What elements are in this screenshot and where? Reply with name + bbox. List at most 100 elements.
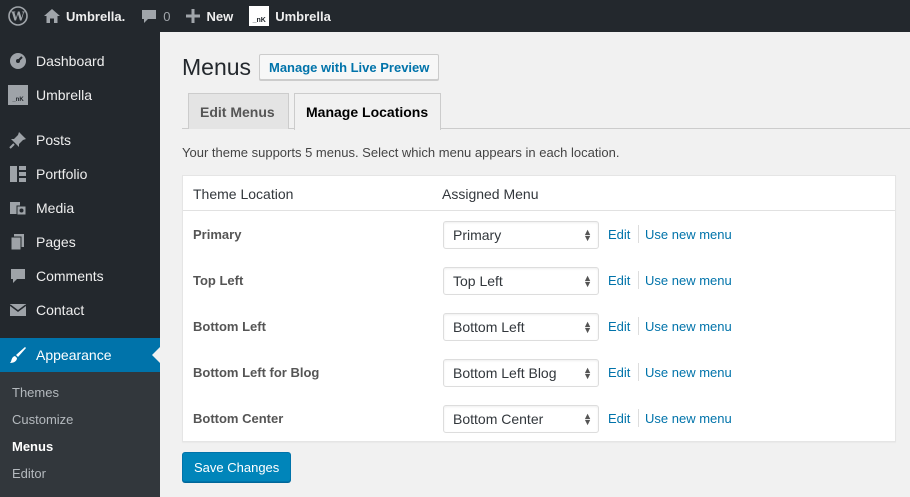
comments-count: 0	[163, 8, 171, 24]
svg-text:W: W	[10, 10, 25, 24]
dashboard-icon	[0, 52, 36, 70]
page-title: Menus	[182, 54, 252, 80]
link-separator	[638, 409, 639, 427]
comments-link[interactable]: 0	[133, 0, 178, 32]
select-value: Bottom Left	[453, 319, 525, 335]
submenu-item-editor[interactable]: Editor	[12, 466, 46, 481]
comment-bubble-icon	[141, 9, 157, 24]
umbrella-site-logo: _nK	[249, 6, 270, 26]
column-header-theme-location: Theme Location	[193, 186, 294, 202]
location-name: Bottom Left	[193, 319, 266, 334]
location-name: Bottom Left for Blog	[193, 365, 320, 380]
table-row: Bottom Center Bottom Center ▲ ▼ Edit Use …	[183, 396, 895, 442]
edit-menu-link[interactable]: Edit	[608, 319, 630, 334]
sidebar-item-portfolio[interactable]: Portfolio	[0, 157, 160, 191]
tab-edit-menus[interactable]: Edit Menus	[188, 93, 289, 129]
assigned-menu-select[interactable]: Top Left ▲ ▼	[443, 267, 599, 295]
sidebar-item-label: Comments	[36, 268, 104, 284]
site-link-label: Umbrella	[275, 8, 331, 24]
site-name: Umbrella.	[66, 8, 126, 24]
sidebar-item-dashboard[interactable]: Dashboard	[0, 44, 160, 78]
assigned-menu-select[interactable]: Bottom Center ▲ ▼	[443, 405, 599, 433]
new-content-link[interactable]: New	[178, 0, 241, 32]
sidebar-item-label: Posts	[36, 132, 72, 148]
pages-icon	[0, 233, 36, 251]
select-arrows-icon: ▲ ▼	[583, 411, 592, 427]
select-arrows-icon: ▲ ▼	[583, 319, 592, 335]
media-icon	[0, 199, 36, 217]
portfolio-icon	[0, 165, 36, 183]
edit-menu-link[interactable]: Edit	[608, 273, 630, 288]
assigned-menu-select[interactable]: Primary ▲ ▼	[443, 221, 599, 249]
select-arrows-icon: ▲ ▼	[583, 227, 592, 243]
use-new-menu-link[interactable]: Use new menu	[645, 411, 732, 426]
sidebar-item-comments[interactable]: Comments	[0, 259, 160, 293]
link-separator	[638, 271, 639, 289]
intro-text: Your theme supports 5 menus. Select whic…	[182, 145, 620, 160]
mail-icon	[0, 301, 36, 319]
edit-menu-link[interactable]: Edit	[608, 411, 630, 426]
select-value: Bottom Left Blog	[453, 365, 557, 381]
select-value: Primary	[453, 227, 502, 243]
umbrella-logo-icon: _nK	[8, 85, 28, 105]
edit-menu-link[interactable]: Edit	[608, 365, 630, 380]
location-name: Primary	[193, 227, 242, 242]
sidebar-item-pages[interactable]: Pages	[0, 225, 160, 259]
site-link[interactable]: _nK Umbrella	[241, 0, 339, 32]
use-new-menu-link[interactable]: Use new menu	[645, 365, 732, 380]
link-separator	[638, 225, 639, 243]
assigned-menu-select[interactable]: Bottom Left Blog ▲ ▼	[443, 359, 599, 387]
site-home-link[interactable]: Umbrella.	[36, 0, 133, 32]
manage-live-preview-button[interactable]: Manage with Live Preview	[259, 54, 440, 80]
table-row: Bottom Left for Blog Bottom Left Blog ▲ ▼…	[183, 350, 895, 396]
sidebar-item-label: Media	[36, 200, 75, 216]
edit-menu-link[interactable]: Edit	[608, 227, 630, 242]
sidebar-item-appearance[interactable]: Appearance	[0, 338, 160, 372]
use-new-menu-link[interactable]: Use new menu	[645, 227, 732, 242]
link-separator	[638, 363, 639, 381]
save-changes-button[interactable]: Save Changes	[182, 452, 292, 482]
use-new-menu-link[interactable]: Use new menu	[645, 319, 732, 334]
table-row: Primary Primary ▲ ▼ Edit Use new menu	[183, 212, 895, 258]
main-content: Menus Manage with Live Preview Edit Menu…	[160, 32, 910, 497]
table-header: Theme Location Assigned Menu	[183, 176, 895, 211]
menu-locations-table: Theme Location Assigned Menu Primary Pri…	[182, 175, 896, 442]
admin-sidebar: Dashboard _nK Umbrella Posts Portfolio M…	[0, 32, 160, 497]
plus-icon	[186, 9, 201, 23]
brush-icon	[0, 346, 36, 364]
tab-manage-locations[interactable]: Manage Locations	[294, 93, 441, 130]
sidebar-item-label: Pages	[36, 234, 76, 250]
column-header-assigned-menu: Assigned Menu	[442, 186, 539, 202]
sidebar-item-umbrella[interactable]: _nK Umbrella	[0, 78, 160, 112]
select-arrows-icon: ▲ ▼	[583, 365, 592, 381]
location-name: Bottom Center	[193, 411, 284, 426]
sidebar-item-contact[interactable]: Contact	[0, 293, 160, 327]
link-separator	[638, 317, 639, 335]
new-label: New	[206, 8, 234, 24]
comment-icon	[0, 267, 36, 285]
wordpress-logo-icon[interactable]: W	[0, 0, 36, 32]
table-row: Top Left Top Left ▲ ▼ Edit Use new menu	[183, 258, 895, 304]
sidebar-item-label: Dashboard	[36, 53, 105, 69]
home-icon	[44, 9, 60, 23]
sidebar-item-posts[interactable]: Posts	[0, 123, 160, 157]
sidebar-item-label: Contact	[36, 302, 85, 318]
appearance-submenu: Themes Customize Menus Editor	[0, 372, 160, 497]
sidebar-item-label: Appearance	[36, 347, 112, 363]
submenu-item-menus[interactable]: Menus	[12, 439, 53, 454]
admin-bar: W Umbrella. 0 New _nK Umbrella	[0, 0, 910, 32]
select-value: Top Left	[453, 273, 503, 289]
sidebar-item-label: Umbrella	[36, 87, 93, 103]
table-row: Bottom Left Bottom Left ▲ ▼ Edit Use new …	[183, 304, 895, 350]
use-new-menu-link[interactable]: Use new menu	[645, 273, 732, 288]
assigned-menu-select[interactable]: Bottom Left ▲ ▼	[443, 313, 599, 341]
sidebar-item-media[interactable]: Media	[0, 191, 160, 225]
sidebar-item-label: Portfolio	[36, 166, 88, 182]
submenu-item-themes[interactable]: Themes	[12, 385, 59, 400]
pin-icon	[0, 131, 36, 149]
submenu-item-customize[interactable]: Customize	[12, 412, 73, 427]
tabs-divider	[182, 128, 910, 129]
select-arrows-icon: ▲ ▼	[583, 273, 592, 289]
select-value: Bottom Center	[453, 411, 544, 427]
location-name: Top Left	[193, 273, 244, 288]
